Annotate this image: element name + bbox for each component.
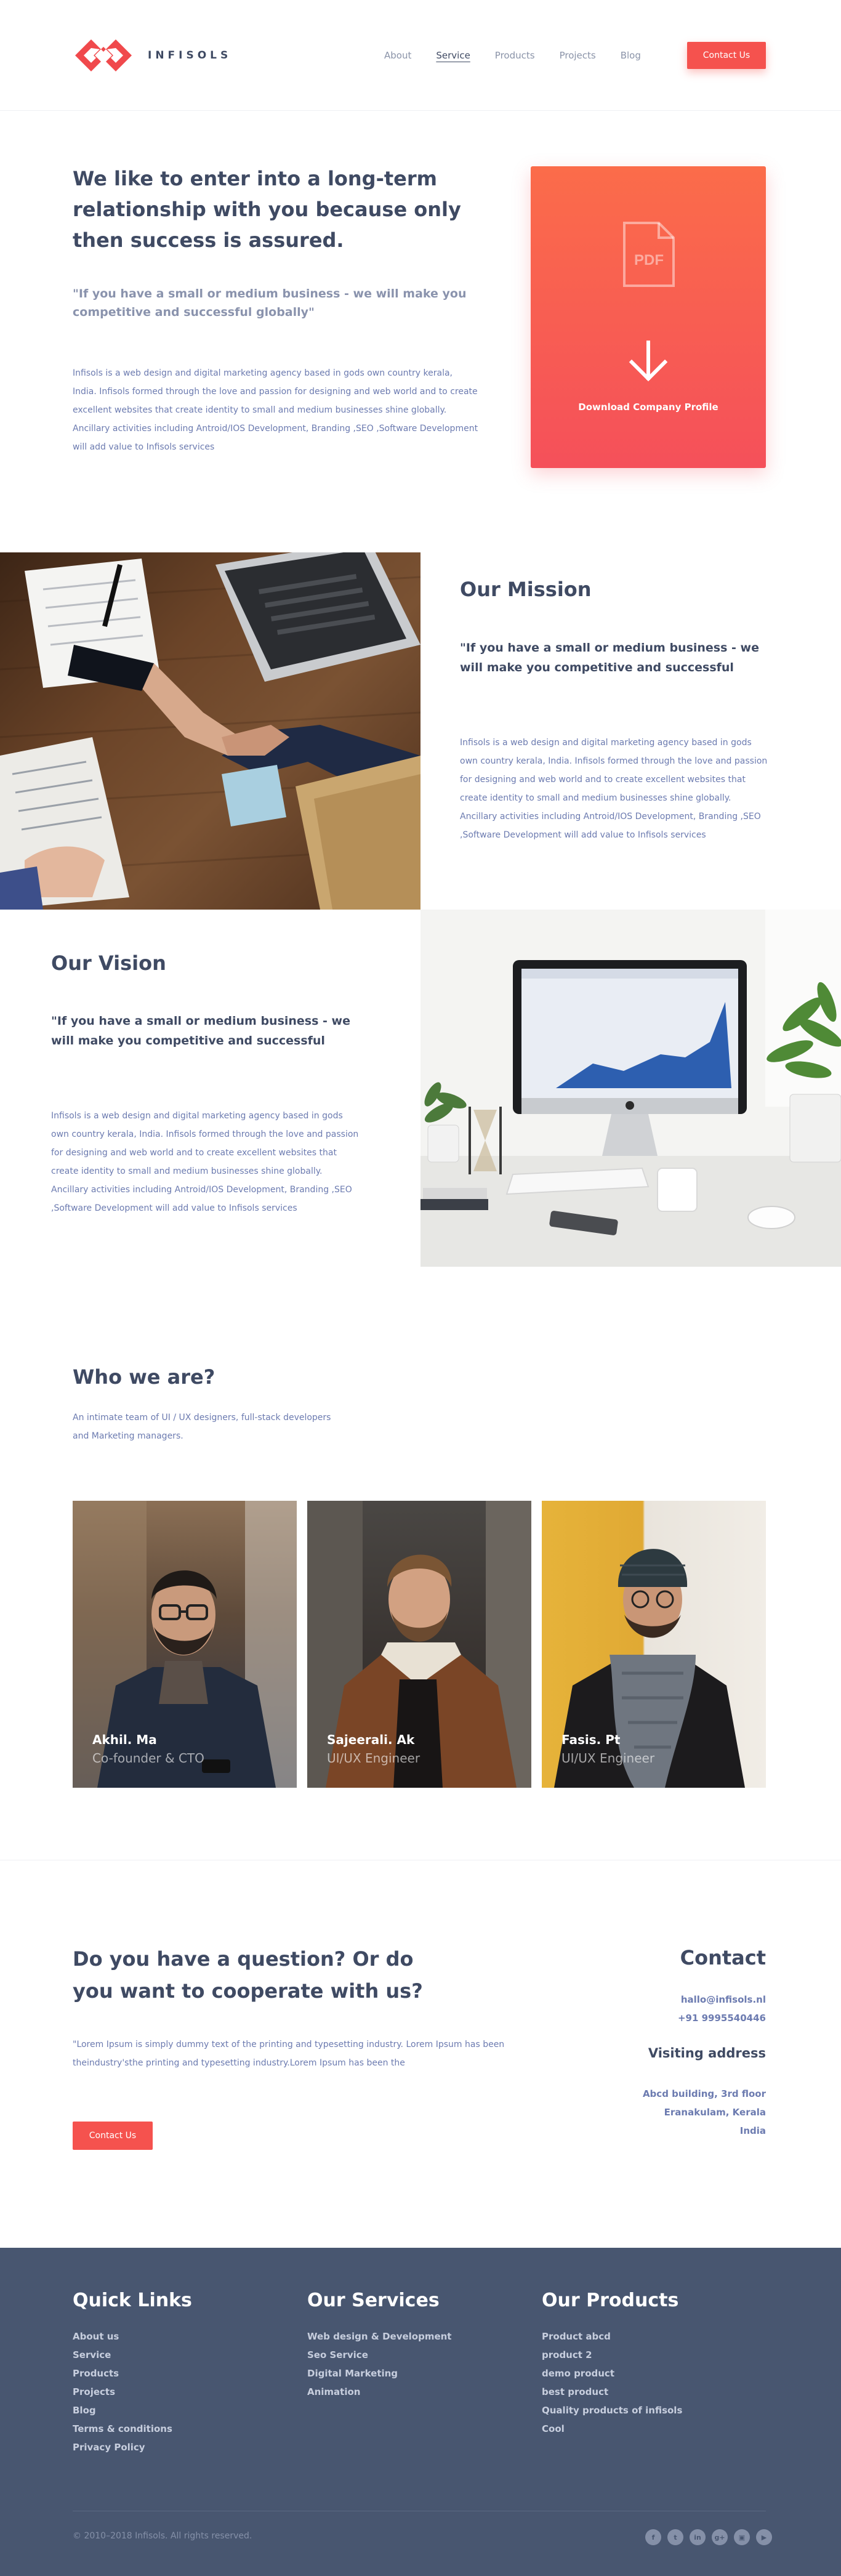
footer-link-service-item[interactable]: Web design & Development xyxy=(307,2327,451,2346)
site-header: INFISOLS About Service Products Projects… xyxy=(0,0,841,111)
footer-link-about[interactable]: About us xyxy=(73,2327,192,2346)
contact-body: "Lorem Ipsum is simply dummy text of the… xyxy=(73,2040,505,2068)
contact-info: hallo@infisols.nl +91 9995540446 xyxy=(678,1990,766,2027)
contact-heading: Contact xyxy=(680,1946,766,1969)
team-card[interactable]: Sajeerali. Ak UI/UX Engineer xyxy=(307,1501,531,1788)
vision-body: Infisols is a web design and digital mar… xyxy=(51,1111,359,1213)
linkedin-icon[interactable]: in xyxy=(690,2529,706,2545)
team-card[interactable]: Akhil. Ma Co-founder & CTO xyxy=(73,1501,297,1788)
contact-email[interactable]: hallo@infisols.nl xyxy=(678,1990,766,2009)
nav-projects[interactable]: Projects xyxy=(560,44,596,67)
team-title: Who we are? xyxy=(73,1365,215,1389)
intro-title: We like to enter into a long-term relati… xyxy=(73,167,461,252)
instagram-icon[interactable]: ▣ xyxy=(734,2529,750,2545)
download-label: Download Company Profile xyxy=(578,402,718,413)
footer-heading: Our Services xyxy=(307,2290,440,2311)
address-line: Abcd building, 3rd floor xyxy=(642,2088,766,2099)
header-contact-button[interactable]: Contact Us xyxy=(687,42,766,69)
visiting-address-heading: Visiting address xyxy=(648,2046,766,2061)
infisols-logo-icon xyxy=(75,39,132,71)
nav-about[interactable]: About xyxy=(384,44,411,67)
youtube-icon[interactable]: ▶ xyxy=(756,2529,772,2545)
footer-link-product-item[interactable]: Product abcd xyxy=(542,2327,682,2346)
nav-blog[interactable]: Blog xyxy=(621,44,641,67)
vision-desk-photo xyxy=(420,910,841,1267)
copyright-text: © 2010–2018 Infisols. All rights reserve… xyxy=(73,2531,252,2541)
footer-heading: Quick Links xyxy=(73,2290,192,2311)
footer-link-service-item[interactable]: Animation xyxy=(307,2383,451,2401)
team-member-name: Fasis. Pt xyxy=(561,1732,621,1747)
contact-us-button[interactable]: Contact Us xyxy=(73,2122,153,2150)
footer-quick-links: Quick Links About us Service Products Pr… xyxy=(73,2290,192,2457)
footer-link-service-item[interactable]: Digital Marketing xyxy=(307,2364,451,2383)
mission-body: Infisols is a web design and digital mar… xyxy=(460,738,768,840)
footer-link-product-item[interactable]: demo product xyxy=(542,2364,682,2383)
footer-products: Our Products Product abcd product 2 demo… xyxy=(542,2290,682,2438)
vision-quote: "If you have a small or medium business … xyxy=(51,1014,350,1048)
footer-link-products[interactable]: Products xyxy=(73,2364,192,2383)
footer-link-product-item[interactable]: Cool xyxy=(542,2420,682,2438)
footer-link-projects[interactable]: Projects xyxy=(73,2383,192,2401)
address-line: Eranakulam, Kerala xyxy=(664,2107,766,2118)
team-card[interactable]: Fasis. Pt UI/UX Engineer xyxy=(542,1501,766,1788)
team-member-name: Sajeerali. Ak xyxy=(327,1732,415,1747)
main-nav: About Service Products Projects Blog xyxy=(384,44,666,67)
team-member-role: UI/UX Engineer xyxy=(327,1751,420,1766)
team-member-role: UI/UX Engineer xyxy=(561,1751,655,1766)
footer-heading: Our Products xyxy=(542,2290,679,2311)
address-lines: Abcd building, 3rd floor Eranakulam, Ker… xyxy=(643,2085,766,2140)
footer-link-privacy[interactable]: Privacy Policy xyxy=(73,2438,192,2457)
brand-name: INFISOLS xyxy=(148,49,232,62)
footer-link-terms[interactable]: Terms & conditions xyxy=(73,2420,192,2438)
download-profile-card[interactable]: PDF Download Company Profile xyxy=(531,166,766,468)
visiting-address: Visiting address xyxy=(648,2046,766,2061)
google-plus-icon[interactable]: g+ xyxy=(712,2529,728,2545)
twitter-icon[interactable]: t xyxy=(667,2529,683,2545)
contact-question: Do you have a question? Or do you want t… xyxy=(73,1947,423,2003)
download-arrow-icon xyxy=(629,341,668,382)
team-member-role: Co-founder & CTO xyxy=(92,1751,204,1766)
facebook-icon[interactable]: f xyxy=(645,2529,661,2545)
brand-logo[interactable]: INFISOLS xyxy=(73,37,231,74)
svg-text:PDF: PDF xyxy=(634,252,664,269)
footer-link-product-item[interactable]: product 2 xyxy=(542,2346,682,2364)
intro-quote: "If you have a small or medium business … xyxy=(73,287,467,319)
footer-link-product-item[interactable]: best product xyxy=(542,2383,682,2401)
mission-title: Our Mission xyxy=(460,578,592,601)
team-intro: An intimate team of UI / UX designers, f… xyxy=(73,1413,331,1441)
contact-phone[interactable]: +91 9995540446 xyxy=(678,2009,766,2027)
footer-link-service[interactable]: Service xyxy=(73,2346,192,2364)
footer-services: Our Services Web design & Development Se… xyxy=(307,2290,451,2401)
pdf-file-icon: PDF xyxy=(623,222,675,287)
contact-details: Contact xyxy=(680,1946,766,1969)
footer-link-service-item[interactable]: Seo Service xyxy=(307,2346,451,2364)
intro-body: Infisols is a web design and digital mar… xyxy=(73,368,478,452)
footer-link-blog[interactable]: Blog xyxy=(73,2401,192,2420)
team-member-name: Akhil. Ma xyxy=(92,1732,157,1747)
mission-handshake-photo xyxy=(0,552,420,910)
vision-title: Our Vision xyxy=(51,951,166,975)
address-line: India xyxy=(739,2125,766,2136)
mission-quote: "If you have a small or medium business … xyxy=(460,641,759,674)
nav-products[interactable]: Products xyxy=(495,44,535,67)
footer-link-product-item[interactable]: Quality products of infisols xyxy=(542,2401,682,2420)
nav-service[interactable]: Service xyxy=(436,44,470,67)
social-links: f t in g+ ▣ ▶ xyxy=(639,2529,772,2545)
